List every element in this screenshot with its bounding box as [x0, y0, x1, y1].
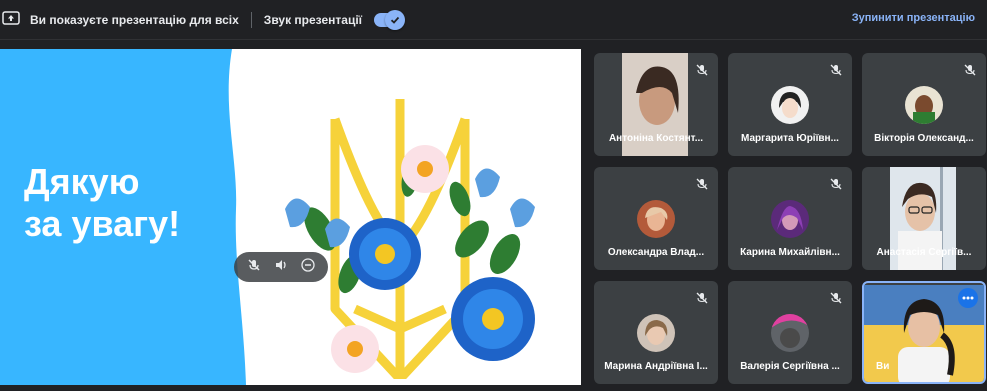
mic-off-icon[interactable]	[247, 258, 261, 277]
more-options-icon[interactable]	[958, 288, 978, 308]
participant-name: Марина Андріївна І...	[604, 361, 708, 372]
stop-presenting-button[interactable]: Зупинити презентацію	[852, 12, 975, 24]
avatar	[905, 86, 943, 124]
presentation-bar: Ви показуєте презентацію для всіх Звук п…	[0, 0, 987, 40]
avatar	[771, 314, 809, 352]
present-screen-icon	[2, 10, 20, 30]
participant-tile[interactable]: Валерія Сергіївна ...	[728, 281, 852, 384]
participant-name: Олександра Влад...	[607, 247, 705, 258]
trident-flowers-illustration	[285, 99, 535, 379]
presentation-slide: Дякую за увагу!	[0, 49, 581, 385]
participant-tile[interactable]: Вікторія Олександ...	[862, 53, 986, 156]
participant-tile[interactable]: Карина Михайлівн...	[728, 167, 852, 270]
presentation-sound-toggle[interactable]	[374, 10, 406, 30]
participant-tile[interactable]: Марина Андріївна І...	[594, 281, 718, 384]
avatar	[771, 86, 809, 124]
participant-name: Анастасія Сергіїв...	[876, 247, 972, 258]
minimize-icon[interactable]	[301, 257, 315, 277]
presenting-status-text: Ви показуєте презентацію для всіх	[30, 13, 239, 27]
slide-title-line-1: Дякую	[24, 161, 140, 202]
avatar	[637, 200, 675, 238]
participant-tile[interactable]: Антоніна Костянт...	[594, 53, 718, 156]
check-icon	[385, 10, 406, 30]
participant-name: Вікторія Олександ...	[874, 133, 974, 144]
mic-off-icon	[696, 291, 708, 309]
self-view-tile[interactable]: Ви	[862, 281, 986, 384]
mic-off-icon	[830, 177, 842, 195]
participant-name: Карина Михайлівн...	[740, 247, 840, 258]
avatar	[771, 200, 809, 238]
mic-off-icon	[964, 63, 976, 81]
slide-title-line-2: за увагу!	[24, 203, 181, 244]
volume-icon[interactable]	[274, 258, 288, 277]
mic-off-icon	[830, 63, 842, 81]
mic-off-icon	[830, 291, 842, 309]
slide-title: Дякую за увагу!	[24, 161, 180, 245]
participant-tile[interactable]: Анастасія Сергіїв...	[862, 167, 986, 270]
participant-name: Ви	[876, 361, 890, 372]
participant-tile[interactable]: Олександра Влад...	[594, 167, 718, 270]
self-view-controls	[234, 252, 328, 282]
divider	[250, 12, 252, 28]
participant-name: Маргарита Юріївн...	[741, 133, 839, 144]
presentation-sound-label: Звук презентації	[263, 13, 363, 27]
participant-name: Антоніна Костянт...	[608, 133, 704, 144]
mic-off-icon	[696, 63, 708, 81]
participant-name: Валерія Сергіївна ...	[740, 361, 840, 372]
participant-tile[interactable]: Маргарита Юріївн...	[728, 53, 852, 156]
mic-off-icon	[696, 177, 708, 195]
avatar	[637, 314, 675, 352]
